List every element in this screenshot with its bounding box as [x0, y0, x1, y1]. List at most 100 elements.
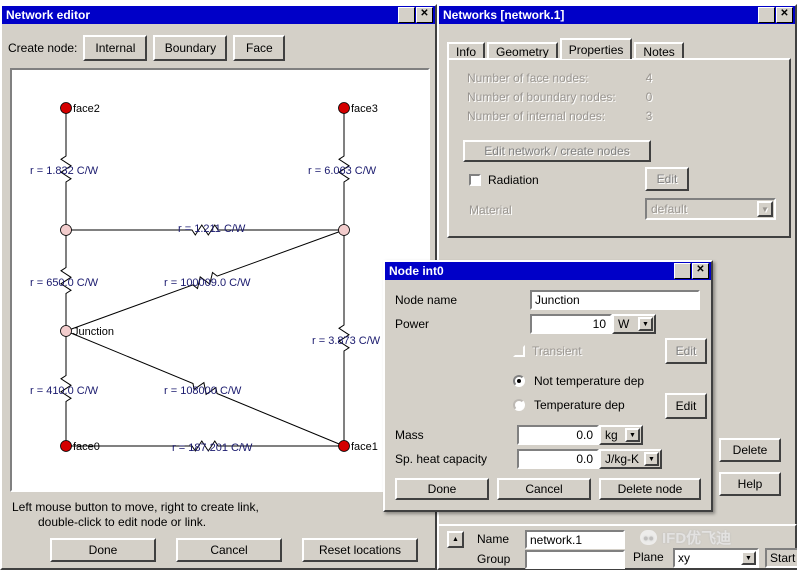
network-canvas[interactable]: r = 1.832 C/W r = 6.063 C/W r = 1.211 C/W r…	[10, 68, 430, 492]
link-label: r = 410.0 C/W	[30, 385, 99, 397]
link-label: r = 6.063 C/W	[308, 165, 377, 177]
graph-node-face0[interactable]: face0	[60, 440, 100, 454]
material-select[interactable]: default ▼	[645, 198, 776, 220]
specific-heat-capacity-unit-select[interactable]: J/kg-K ▼	[599, 449, 662, 469]
shc-unit-value: J/kg-K	[605, 452, 640, 466]
triangle-up-icon: ▲	[452, 536, 459, 543]
radiation-edit-button[interactable]: Edit	[645, 167, 689, 191]
not-temperature-dep-label: Not temperature dep	[534, 374, 645, 388]
minimize-button[interactable]: _	[758, 7, 775, 23]
create-node-label: Create node:	[8, 41, 78, 55]
edit-network-create-nodes-button[interactable]: Edit network / create nodes	[463, 140, 651, 162]
graph-node-label: face0	[73, 441, 100, 453]
chevron-down-icon[interactable]: ▼	[757, 201, 773, 217]
tab-properties[interactable]: Properties	[559, 38, 633, 59]
temperature-dep-radio-row[interactable]: Temperature dep	[513, 398, 625, 412]
material-label: Material	[469, 203, 512, 217]
graph-node-face2[interactable]: face2	[60, 102, 100, 116]
name-input[interactable]: network.1	[525, 530, 625, 549]
close-button[interactable]: ✕	[776, 7, 793, 23]
name-label: Name	[477, 532, 510, 546]
power-input[interactable]: 10	[530, 314, 612, 334]
reset-locations-button[interactable]: Reset locations	[302, 538, 418, 562]
node-dialog-footer: Done Cancel Delete node	[395, 478, 705, 500]
tab-info[interactable]: Info	[447, 42, 486, 59]
close-button[interactable]: ✕	[692, 263, 709, 279]
graph-node-label: face1	[351, 441, 378, 453]
start-field[interactable]: Start	[765, 548, 797, 568]
graph-node-junction[interactable]: Junction	[60, 325, 114, 339]
tab-geometry[interactable]: Geometry	[487, 42, 558, 59]
radio-on-icon[interactable]	[513, 375, 525, 387]
property-internal-nodes: Number of internal nodes: 3	[449, 106, 789, 125]
specific-heat-capacity-label: Sp. heat capacity	[395, 452, 488, 466]
cancel-button[interactable]: Cancel	[176, 538, 282, 562]
delete-button[interactable]: Delete	[719, 438, 781, 462]
graph-node-int_left[interactable]	[60, 224, 72, 236]
minimize-icon: _	[763, 10, 770, 24]
minimize-button[interactable]: _	[674, 263, 691, 279]
properties-panel: Number of face nodes: 4 Number of bounda…	[447, 58, 791, 238]
networks-titlebar: Networks [network.1] _ ✕	[439, 6, 795, 24]
transient-edit-button[interactable]: Edit	[665, 338, 707, 364]
close-button[interactable]: ✕	[416, 7, 433, 23]
temperature-dep-edit-button[interactable]: Edit	[665, 393, 707, 419]
cancel-button[interactable]: Cancel	[497, 478, 591, 500]
property-label: Number of boundary nodes:	[467, 89, 616, 104]
material-value: default	[651, 202, 688, 216]
minimize-button[interactable]: _	[398, 7, 415, 23]
radiation-checkbox-row[interactable]: Radiation	[469, 173, 539, 187]
plane-select[interactable]: xy ▼	[673, 548, 759, 568]
mass-label: Mass	[395, 428, 424, 442]
radio-off-icon[interactable]	[513, 399, 525, 411]
plane-value: xy	[678, 551, 690, 565]
tab-notes[interactable]: Notes	[634, 42, 684, 59]
graph-node-face3[interactable]: face3	[338, 102, 378, 116]
node-dialog: Node int0 _ ✕ Node name Junction Power 1…	[383, 260, 713, 512]
hint-line-1: Left mouse button to move, right to crea…	[12, 500, 259, 514]
link-label: r = 650.0 C/W	[30, 277, 99, 289]
graph-node-face1[interactable]: face1	[338, 440, 378, 454]
property-label: Number of internal nodes:	[467, 108, 606, 123]
property-boundary-nodes: Number of boundary nodes: 0	[449, 87, 789, 106]
radiation-checkbox[interactable]	[469, 174, 481, 186]
chevron-down-icon[interactable]: ▼	[625, 428, 640, 442]
create-node-toolbar: Create node: Internal Boundary Face	[8, 34, 291, 62]
link-label: r = 1.832 C/W	[30, 165, 99, 177]
radiation-label: Radiation	[488, 173, 539, 187]
group-input[interactable]	[525, 550, 625, 569]
chevron-down-icon[interactable]: ▼	[741, 551, 756, 565]
create-boundary-button[interactable]: Boundary	[153, 35, 228, 61]
chevron-down-icon[interactable]: ▼	[644, 452, 659, 466]
done-button[interactable]: Done	[395, 478, 489, 500]
link-label: r = 1.211 C/W	[178, 223, 246, 235]
network-graph[interactable]: r = 1.832 C/W r = 6.063 C/W r = 1.211 C/W r…	[12, 70, 428, 490]
create-internal-button[interactable]: Internal	[83, 35, 148, 61]
transient-checkbox-row[interactable]: Transient	[513, 344, 582, 358]
link-label: r = 187.201 C/W	[172, 442, 253, 454]
hint-line-2: double-click to edit node or link.	[38, 515, 207, 529]
mass-unit-select[interactable]: kg ▼	[599, 425, 643, 445]
minimize-icon: _	[679, 266, 686, 280]
done-button[interactable]: Done	[50, 538, 156, 562]
graph-node-label: face2	[73, 103, 100, 115]
power-unit-select[interactable]: W ▼	[612, 314, 656, 334]
create-face-button[interactable]: Face	[233, 35, 286, 61]
graph-node-label: Junction	[73, 326, 114, 338]
not-temperature-dep-radio-row[interactable]: Not temperature dep	[513, 374, 644, 388]
power-label: Power	[395, 317, 430, 331]
mass-input[interactable]: 0.0	[517, 425, 599, 445]
property-face-nodes: Number of face nodes: 4	[449, 68, 789, 87]
temperature-dep-label: Temperature dep	[534, 398, 625, 412]
power-unit-value: W	[618, 317, 630, 331]
scroll-up-button[interactable]: ▲	[447, 531, 464, 548]
transient-checkbox[interactable]	[513, 345, 525, 357]
graph-node-int_right[interactable]	[338, 224, 350, 236]
close-icon: ✕	[696, 264, 705, 275]
chevron-down-icon[interactable]: ▼	[638, 317, 653, 331]
help-button[interactable]: Help	[719, 472, 781, 496]
node-name-input[interactable]: Junction	[530, 290, 700, 310]
close-icon: ✕	[420, 8, 429, 19]
specific-heat-capacity-input[interactable]: 0.0	[517, 449, 599, 469]
delete-node-button[interactable]: Delete node	[599, 478, 701, 500]
